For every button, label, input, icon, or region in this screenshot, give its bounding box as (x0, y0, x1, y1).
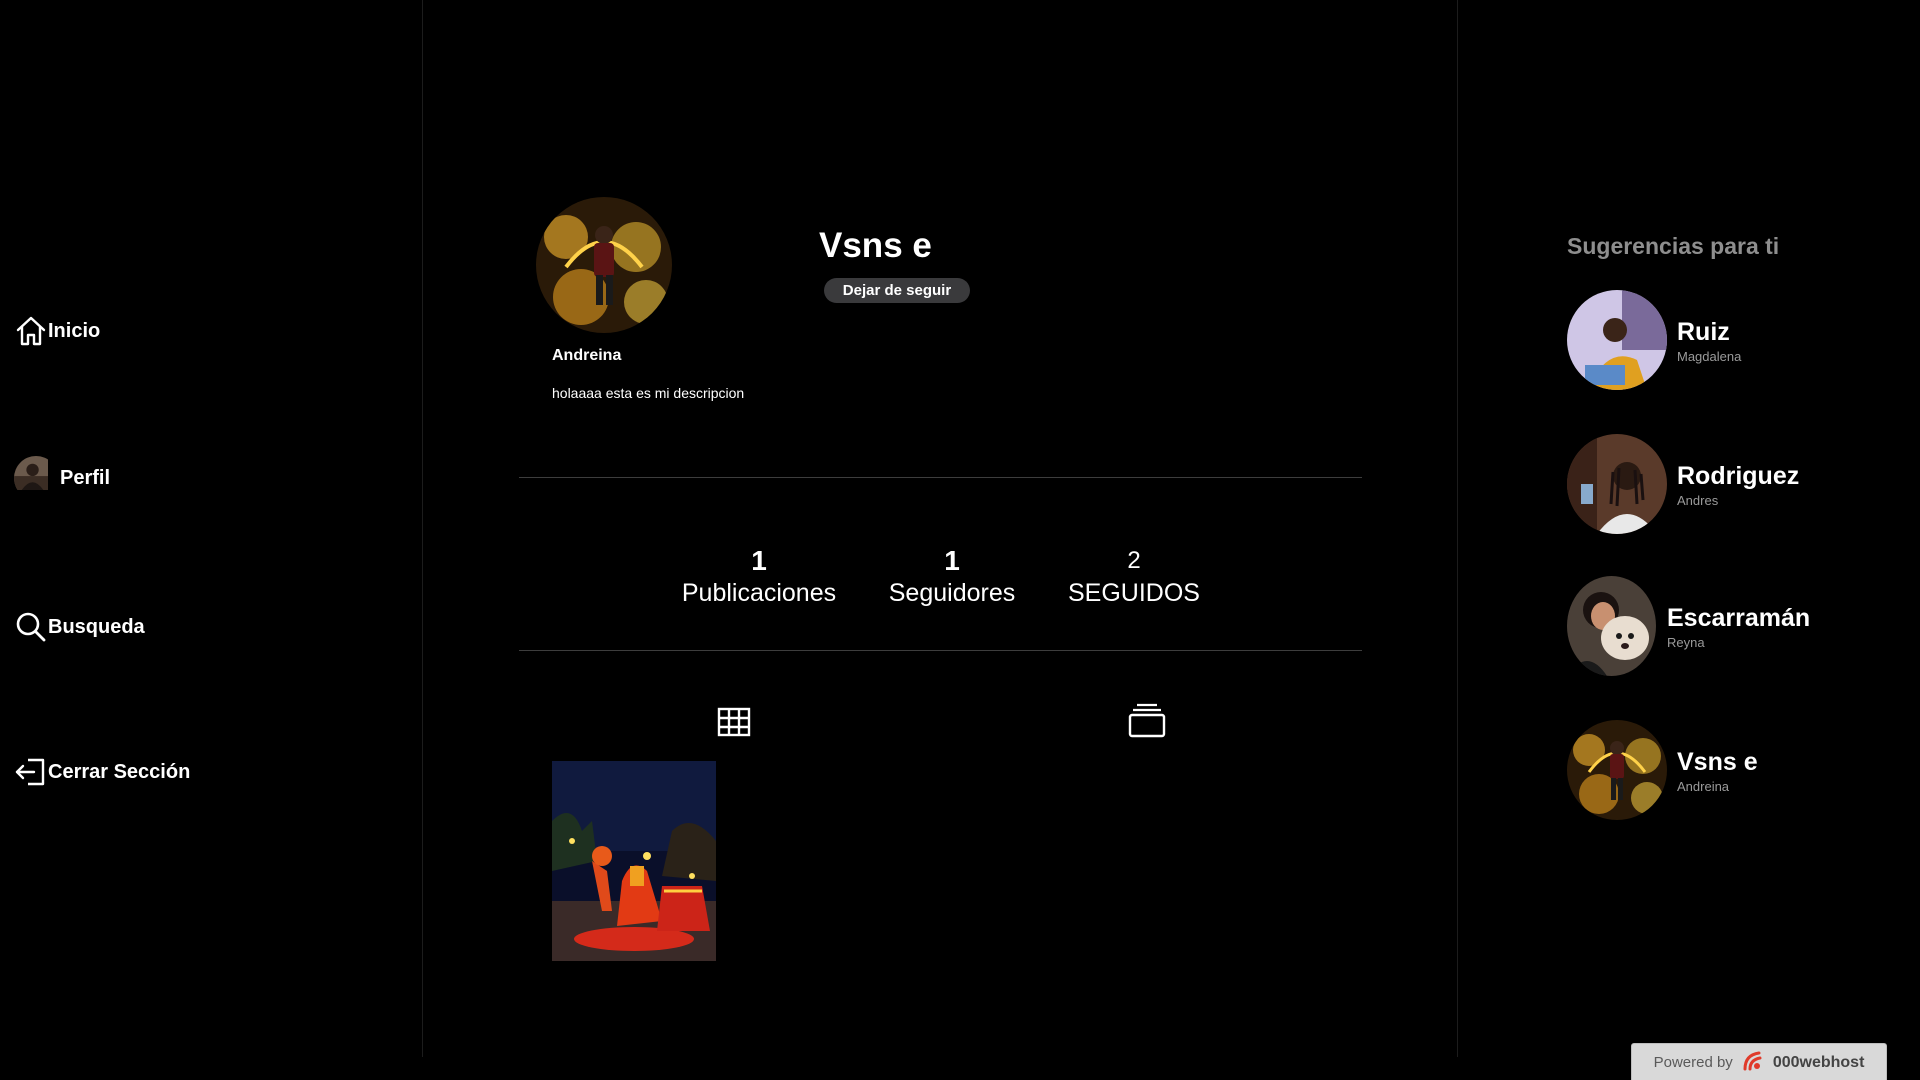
suggestion-name: Vsns e (1677, 748, 1758, 776)
home-icon (14, 314, 48, 348)
suggestions-title: Sugerencias para ti (1567, 233, 1780, 259)
suggestion-item[interactable]: Vsns e Andreina (1567, 720, 1887, 820)
suggestion-subtitle: Reyna (1667, 635, 1705, 650)
sidebar-item-label: Inicio (48, 319, 101, 342)
profile-description: holaaaa esta es mi descripcion (552, 385, 745, 401)
stat-value: 1 (751, 545, 767, 576)
left-divider (422, 0, 423, 1057)
stat-label: Seguidores (888, 579, 1016, 607)
suggestion-avatar (1567, 576, 1656, 676)
logout-icon (14, 755, 48, 789)
suggestion-avatar (1567, 720, 1667, 820)
suggestion-name: Rodriguez (1677, 462, 1800, 490)
divider-top (519, 477, 1362, 478)
post-thumbnail[interactable] (552, 761, 716, 961)
suggestion-name: Ruiz (1677, 318, 1730, 346)
stat-value: 2 (1127, 547, 1141, 574)
grid-icon[interactable] (714, 701, 754, 741)
stack-icon[interactable] (1127, 701, 1167, 741)
webhost-logo-icon (1741, 1049, 1765, 1077)
webhost-brand: 000webhost (1772, 1053, 1865, 1071)
powered-by-label: Powered by (1653, 1054, 1733, 1071)
stat-seguidores[interactable]: 1 Seguidores (852, 544, 1052, 608)
stat-publicaciones[interactable]: 1 Publicaciones (659, 544, 859, 608)
search-icon (14, 610, 48, 644)
suggestion-subtitle: Andreina (1677, 779, 1730, 794)
suggestion-avatar (1567, 434, 1667, 534)
right-divider (1457, 0, 1458, 1057)
page: Inicio Perfil Busqueda Cerrar Sección Vs… (0, 0, 1920, 1080)
suggestion-subtitle: Magdalena (1677, 349, 1742, 364)
suggestion-name: Escarramán (1667, 604, 1811, 632)
sidebar-item-label: Cerrar Sección (48, 760, 191, 783)
suggestion-subtitle: Andres (1677, 493, 1719, 508)
suggestion-item[interactable]: Rodriguez Andres (1567, 434, 1887, 534)
stat-seguidos[interactable]: 2 SEGUIDOS (1034, 544, 1234, 608)
sidebar-item-label: Busqueda (48, 615, 145, 638)
avatar (14, 456, 58, 500)
sidebar-item-busqueda[interactable]: Busqueda (14, 610, 145, 644)
stat-label: SEGUIDOS (1068, 579, 1200, 607)
suggestion-avatar (1567, 290, 1667, 390)
sidebar-item-perfil[interactable]: Perfil (14, 456, 110, 500)
sidebar: Inicio Perfil Busqueda Cerrar Sección (0, 0, 422, 1080)
sidebar-item-cerrar-seccion[interactable]: Cerrar Sección (14, 755, 190, 789)
suggestion-item[interactable]: Escarramán Reyna (1567, 576, 1887, 676)
stat-label: Publicaciones (681, 579, 837, 607)
powered-by-badge[interactable]: Powered by 000webhost (1631, 1043, 1887, 1080)
profile-avatar (536, 197, 672, 333)
sidebar-item-label: Perfil (60, 466, 111, 489)
profile-username: Vsns e (819, 226, 932, 265)
stat-value: 1 (944, 545, 960, 576)
unfollow-button[interactable]: Dejar de seguir (824, 278, 970, 303)
divider-bottom (519, 650, 1362, 651)
profile-first-name: Andreina (552, 347, 622, 364)
sidebar-item-inicio[interactable]: Inicio (14, 314, 100, 348)
suggestion-item[interactable]: Ruiz Magdalena (1567, 290, 1887, 390)
